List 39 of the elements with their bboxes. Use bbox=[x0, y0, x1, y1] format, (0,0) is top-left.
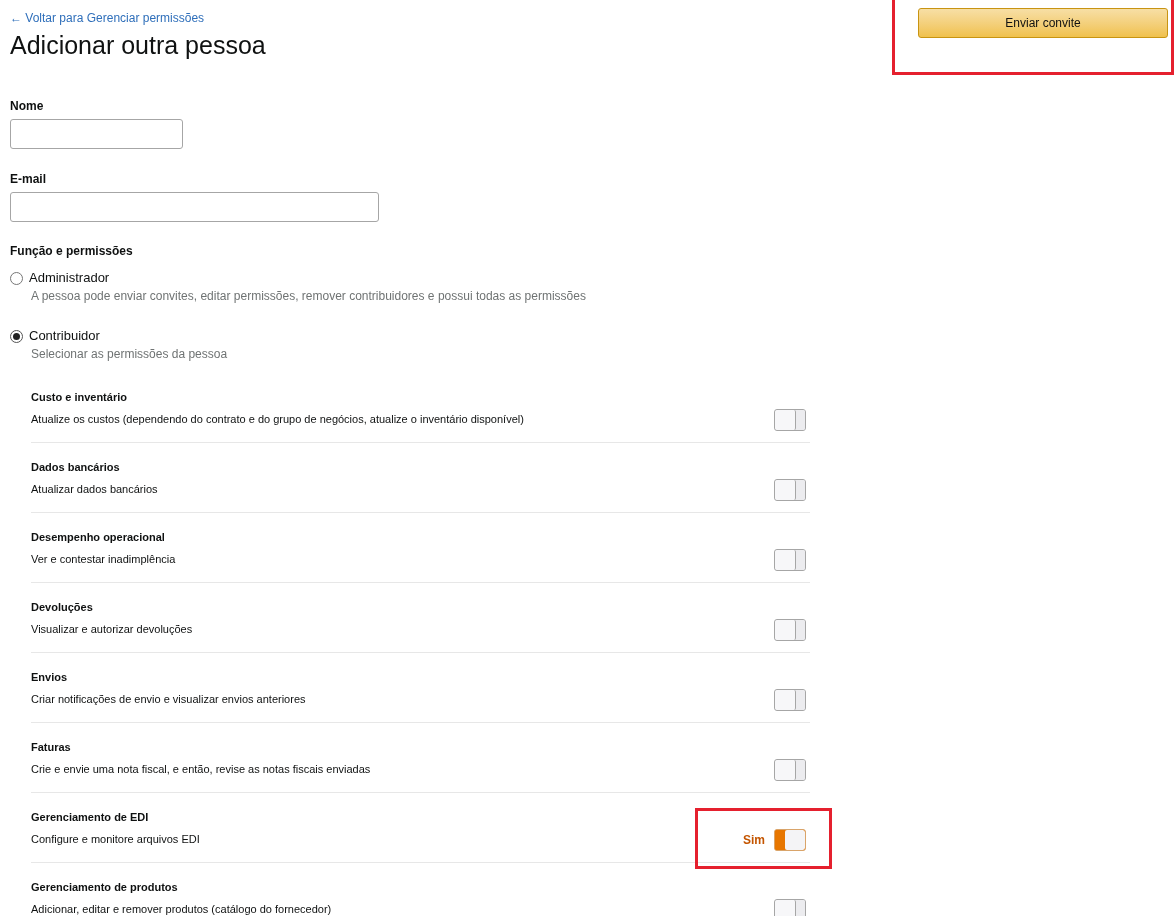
toggle-label: Sim bbox=[743, 832, 765, 849]
back-link[interactable]: ← Voltar para Gerenciar permissões bbox=[10, 10, 266, 26]
toggle-switch[interactable] bbox=[774, 899, 806, 916]
toggle-switch[interactable] bbox=[774, 479, 806, 501]
toggle-switch[interactable] bbox=[774, 409, 806, 431]
permission-description: Criar notificações de envio e visualizar envios anteriores bbox=[31, 692, 306, 707]
permission-description: Adicionar, editar e remover produtos (catálogo do fornecedor) bbox=[31, 902, 332, 916]
permission-title: Devoluções bbox=[31, 600, 94, 615]
permission-title: Faturas bbox=[31, 740, 72, 755]
permission-description: Visualizar e autorizar devoluções bbox=[31, 622, 193, 637]
radio-button[interactable] bbox=[10, 271, 23, 285]
section-heading: Função e permissões bbox=[10, 243, 134, 259]
toggle-switch[interactable] bbox=[774, 689, 806, 711]
permission-description: Crie e envie uma nota fiscal, e então, revise as notas fiscais enviadas bbox=[31, 762, 371, 777]
radio-label: Administrador bbox=[29, 269, 110, 287]
toggle-switch[interactable] bbox=[774, 549, 806, 571]
permission-description: Atualize os custos (dependendo do contrato e do grupo de negócios, atualize o inventário disponível) bbox=[31, 412, 524, 427]
text-field[interactable] bbox=[10, 192, 379, 222]
toggle-switch[interactable] bbox=[774, 759, 806, 781]
toggle-switch[interactable] bbox=[774, 829, 806, 851]
field-label: E-mail bbox=[10, 171, 47, 187]
toggle-switch[interactable] bbox=[774, 619, 806, 641]
page-title: Adicionar outra pessoa bbox=[10, 30, 266, 61]
role-description: Selecionar as permissões da pessoa bbox=[31, 346, 229, 363]
permission-title: Envios bbox=[31, 670, 69, 685]
radio-label: Contribuidor bbox=[29, 327, 100, 345]
radio-button[interactable] bbox=[10, 329, 23, 343]
permission-description: Configure e monitore arquivos EDI bbox=[31, 832, 200, 847]
permission-title: Gerenciamento de produtos bbox=[31, 880, 179, 895]
text-field[interactable] bbox=[10, 119, 183, 149]
field-label: Nome bbox=[10, 98, 45, 114]
permission-title: Custo e inventário bbox=[31, 390, 128, 405]
permission-title: Dados bancários bbox=[31, 460, 121, 475]
send-invite-button[interactable]: Enviar convite bbox=[918, 8, 1168, 38]
permission-title: Gerenciamento de EDI bbox=[31, 810, 150, 825]
permission-title: Desempenho operacional bbox=[31, 530, 166, 545]
permission-description: Atualizar dados bancários bbox=[31, 482, 158, 497]
role-description: A pessoa pode enviar convites, editar permissões, remover contribuidores e possui todas as permissões bbox=[31, 288, 587, 305]
permission-description: Ver e contestar inadimplência bbox=[31, 552, 176, 567]
